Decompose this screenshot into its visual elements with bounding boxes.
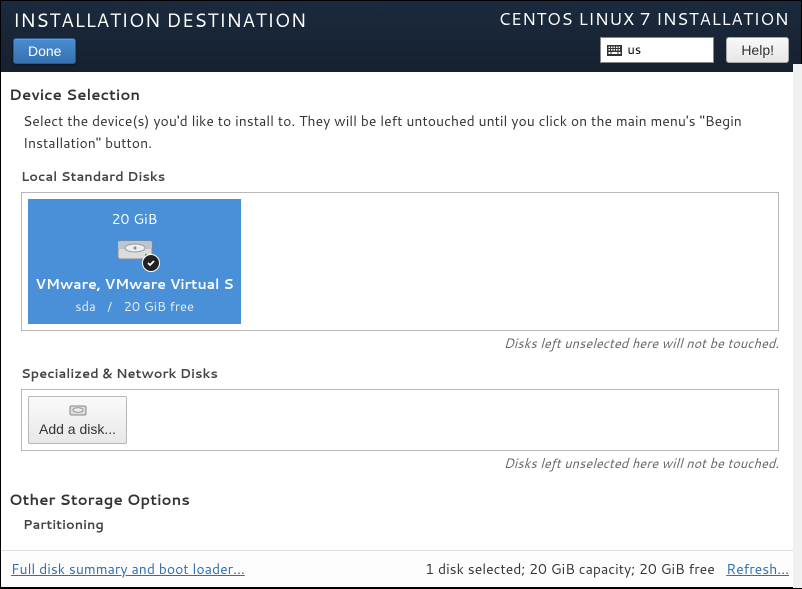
disk-tile[interactable]: 20 GiB VMware, VMware Virtual S s	[28, 199, 241, 324]
done-button[interactable]: Done	[13, 38, 76, 64]
disk-status-text: 1 disk selected; 20 GiB capacity; 20 GiB…	[425, 559, 715, 579]
device-selection-heading: Device Selection	[9, 84, 791, 105]
installer-header: INSTALLATION DESTINATION Done CENTOS LIN…	[1, 1, 801, 72]
help-button[interactable]: Help!	[726, 37, 789, 63]
specialized-unselected-note: Disks left unselected here will not be t…	[9, 455, 779, 473]
refresh-link[interactable]: Refresh...	[726, 559, 789, 579]
page-title: INSTALLATION DESTINATION	[13, 7, 307, 34]
local-disks-container: 20 GiB VMware, VMware Virtual S s	[21, 192, 779, 331]
local-unselected-note: Disks left unselected here will not be t…	[9, 335, 779, 353]
installer-brand: CENTOS LINUX 7 INSTALLATION	[498, 7, 789, 31]
disk-size: 20 GiB	[34, 209, 235, 229]
add-disk-button[interactable]: Add a disk...	[28, 396, 127, 444]
specialized-disks-label: Specialized & Network Disks	[21, 365, 791, 383]
add-disk-label: Add a disk...	[39, 421, 116, 437]
other-storage-heading: Other Storage Options	[9, 489, 791, 510]
footer-bar: Full disk summary and boot loader... 1 d…	[1, 550, 801, 587]
full-disk-summary-link[interactable]: Full disk summary and boot loader...	[11, 559, 245, 579]
specialized-disks-container: Add a disk...	[21, 389, 779, 451]
add-disk-icon	[69, 403, 87, 417]
vertical-scrollbar[interactable]	[793, 64, 802, 588]
disk-name: VMware, VMware Virtual S	[34, 274, 235, 294]
keyboard-icon	[607, 45, 622, 56]
keyboard-layout-code: us	[627, 41, 641, 59]
local-disks-label: Local Standard Disks	[21, 168, 791, 186]
keyboard-layout-selector[interactable]: us	[600, 37, 714, 63]
device-selection-description: Select the device(s) you'd like to insta…	[23, 111, 777, 154]
disk-selected-check-icon	[142, 254, 160, 272]
disk-subinfo: sda / 20 GiB free	[34, 298, 235, 316]
partitioning-label: Partitioning	[23, 516, 791, 534]
disk-device: sda	[75, 298, 96, 316]
disk-free: 20 GiB free	[124, 298, 194, 316]
content-area: Device Selection Select the device(s) yo…	[1, 72, 801, 550]
